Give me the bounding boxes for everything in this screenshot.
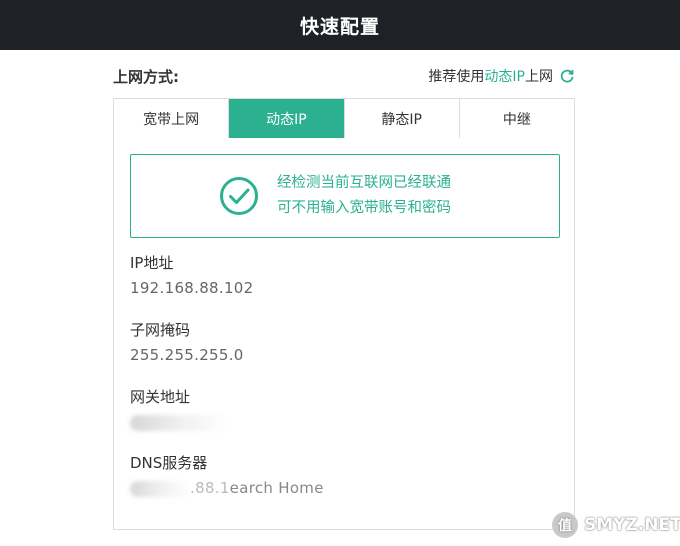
- gateway-value-redacted: [130, 414, 230, 431]
- connection-mode-row: 上网方式: 推荐使用 动态IP 上网: [113, 64, 575, 88]
- tab-dynamic-ip[interactable]: 动态IP: [229, 99, 345, 138]
- page-title: 快速配置: [299, 15, 380, 38]
- connection-mode-label: 上网方式:: [113, 67, 179, 86]
- dns-value: .88.1earch Home: [130, 479, 550, 497]
- dynamic-ip-panel: 经检测当前互联网已经联通 可不用输入宽带账号和密码 IP地址 192.168.8…: [113, 138, 575, 530]
- recommend-suffix: 上网: [525, 69, 553, 85]
- refresh-icon[interactable]: [559, 68, 575, 84]
- watermark: 值 SMYZ.NET: [552, 510, 680, 540]
- subnet-mask-label: 子网掩码: [130, 321, 191, 339]
- tab-broadband[interactable]: 宽带上网: [114, 99, 230, 138]
- check-circle-icon: [220, 177, 258, 215]
- watermark-text: SMYZ.NET: [584, 515, 680, 535]
- tab-static-ip[interactable]: 静态IP: [344, 99, 460, 138]
- notice-line-1: 经检测当前互联网已经联通: [277, 175, 451, 191]
- connection-notice: 经检测当前互联网已经联通 可不用输入宽带账号和密码: [130, 154, 560, 238]
- dns-value-redacted: [130, 480, 190, 497]
- recommendation: 推荐使用 动态IP 上网: [428, 66, 575, 86]
- notice-text: 经检测当前互联网已经联通 可不用输入宽带账号和密码: [277, 171, 451, 221]
- recommend-mode: 动态IP: [484, 69, 525, 85]
- ip-address-value: 192.168.88.102: [130, 279, 254, 297]
- dns-label: DNS服务器: [130, 454, 208, 472]
- dns-value-suffix: earch Home: [229, 479, 324, 497]
- dns-value-partial: .88.1: [190, 479, 230, 497]
- subnet-mask-field: 子网掩码 255.255.255.0: [130, 319, 550, 364]
- recommend-prefix: 推荐使用: [428, 69, 485, 85]
- tab-relay[interactable]: 中继: [459, 99, 574, 138]
- dns-field: DNS服务器 .88.1earch Home: [130, 452, 550, 497]
- gateway-label: 网关地址: [130, 388, 191, 406]
- gateway-value: [130, 413, 550, 431]
- notice-line-2: 可不用输入宽带账号和密码: [277, 200, 451, 216]
- watermark-logo-icon: 值: [552, 512, 578, 538]
- subnet-mask-value: 255.255.255.0: [130, 346, 244, 364]
- ip-address-label: IP地址: [130, 254, 174, 272]
- connection-mode-tabs: 宽带上网 动态IP 静态IP 中继: [113, 98, 575, 138]
- header-bar: 快速配置: [0, 0, 680, 50]
- ip-address-field: IP地址 192.168.88.102: [130, 252, 550, 297]
- gateway-field: 网关地址: [130, 386, 550, 431]
